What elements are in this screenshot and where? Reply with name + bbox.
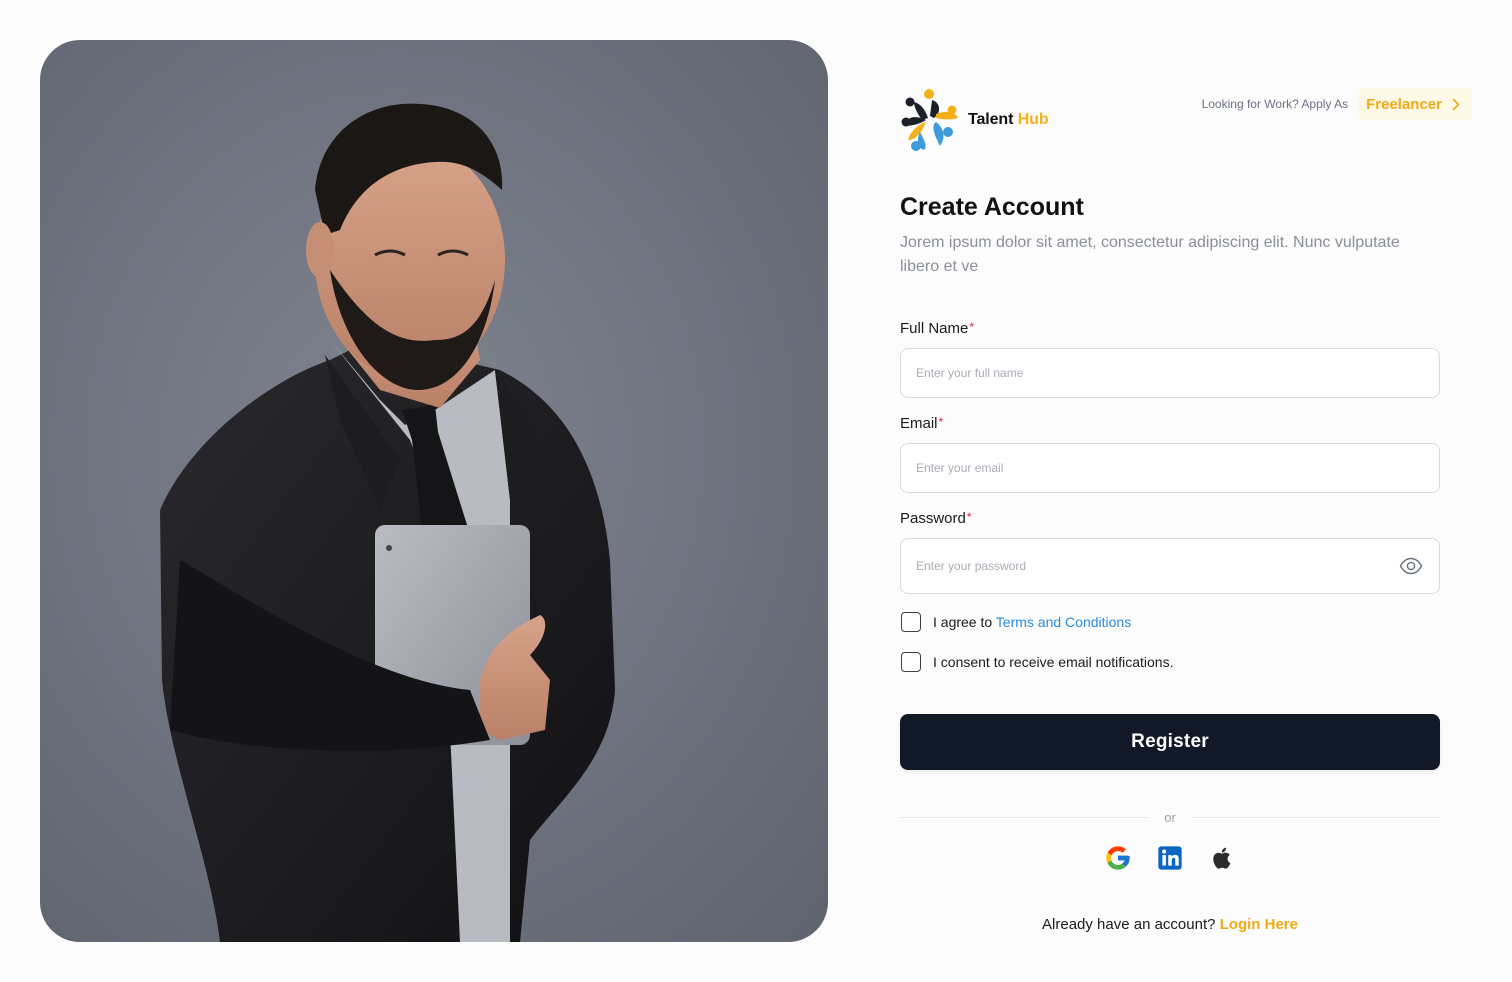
required-mark: *	[938, 415, 944, 429]
apple-icon	[1213, 847, 1231, 869]
hero-image	[40, 40, 828, 942]
social-login-group	[1103, 843, 1237, 873]
apple-login-button[interactable]	[1207, 843, 1237, 873]
email-field	[900, 443, 1440, 493]
terms-row: I agree to Terms and Conditions	[901, 612, 1131, 632]
divider-line-left	[900, 817, 1149, 818]
password-label-text: Password	[900, 510, 966, 527]
login-prompt: Already have an account? Login Here	[900, 916, 1440, 933]
required-mark: *	[966, 510, 972, 524]
full-name-field	[900, 348, 1440, 398]
consent-checkbox[interactable]	[901, 652, 921, 672]
apply-text: Looking for Work? Apply As	[1201, 97, 1349, 111]
full-name-label: Full Name*	[900, 320, 974, 337]
eye-icon[interactable]	[1399, 557, 1423, 575]
email-label: Email*	[900, 415, 943, 432]
full-name-input[interactable]	[901, 349, 1439, 397]
freelancer-button[interactable]: Freelancer	[1357, 88, 1472, 120]
brand-logo[interactable]: Talent Hub	[900, 88, 1049, 152]
linkedin-icon	[1158, 846, 1182, 870]
agree-prefix: I agree to	[933, 614, 996, 630]
terms-text: I agree to Terms and Conditions	[933, 614, 1131, 630]
brand-name: Talent Hub	[968, 111, 1049, 129]
register-button[interactable]: Register	[900, 714, 1440, 770]
freelancer-label: Freelancer	[1366, 95, 1442, 113]
page-subtitle: Jorem ipsum dolor sit amet, consectetur …	[900, 234, 1400, 275]
login-prefix: Already have an account?	[1042, 916, 1220, 933]
businessman-illustration	[160, 103, 615, 942]
google-icon	[1106, 846, 1130, 870]
page-title: Create Account	[900, 193, 1084, 221]
divider-line-right	[1191, 817, 1440, 818]
email-input[interactable]	[901, 444, 1439, 492]
consent-text: I consent to receive email notifications…	[933, 654, 1174, 670]
google-login-button[interactable]	[1103, 843, 1133, 873]
talent-hub-logo-icon	[901, 89, 958, 151]
brand-name-part2: Hub	[1017, 111, 1049, 128]
consent-row: I consent to receive email notifications…	[901, 652, 1173, 672]
or-divider: or	[900, 810, 1440, 825]
email-label-text: Email	[900, 415, 938, 432]
apply-as-section: Looking for Work? Apply As Freelancer	[1202, 88, 1472, 120]
chevron-right-icon	[1452, 98, 1460, 110]
linkedin-login-button[interactable]	[1155, 843, 1185, 873]
or-text: or	[1164, 810, 1176, 825]
terms-checkbox[interactable]	[901, 612, 921, 632]
password-label: Password*	[900, 510, 972, 527]
password-input[interactable]	[901, 539, 1439, 593]
brand-name-part1: Talent	[968, 111, 1018, 128]
required-mark: *	[969, 320, 975, 334]
login-link[interactable]: Login Here	[1220, 916, 1298, 933]
full-name-label-text: Full Name	[900, 320, 969, 337]
terms-link[interactable]: Terms and Conditions	[996, 614, 1131, 630]
password-field	[900, 538, 1440, 594]
